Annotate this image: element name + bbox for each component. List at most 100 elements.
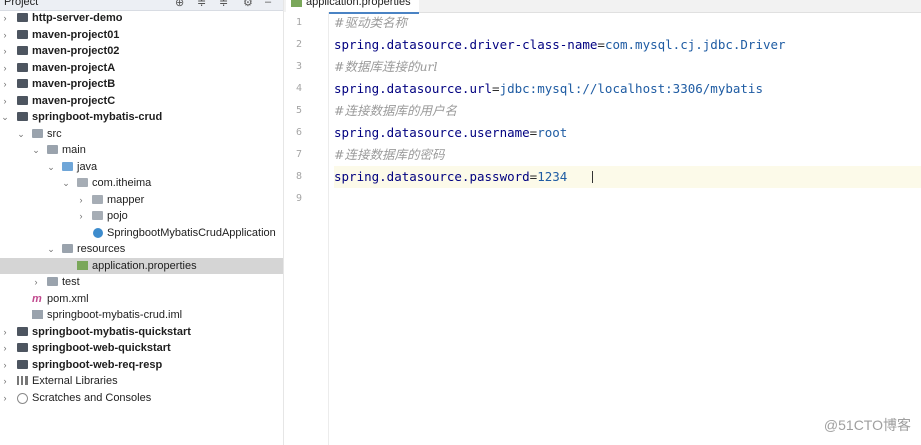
tree-item-maven-projectA[interactable]: › maven-projectA: [0, 60, 283, 76]
tree-item-springboot-mybatis-crud[interactable]: ⌄ springboot-mybatis-crud: [0, 109, 283, 125]
package-icon: [92, 194, 103, 204]
code-line[interactable]: #连接数据库的用户名: [334, 100, 921, 122]
tree-item-springboot-web-req-resp[interactable]: › springboot-web-req-resp: [0, 357, 283, 373]
tab-label: application.properties: [306, 0, 411, 8]
comment-text: #数据库连接的url: [334, 59, 438, 74]
property-value: jdbc:mysql://localhost:3306/mybatis: [499, 81, 763, 96]
folder-icon: [32, 128, 43, 138]
chevron-right-icon[interactable]: ›: [0, 76, 10, 92]
module-folder-icon: [17, 13, 28, 22]
module-folder-icon: [17, 343, 28, 352]
locate-icon[interactable]: ⊕: [175, 0, 184, 9]
project-panel: Project ⊕ ≑ ≑ ⚙ – › http-server-demo › m…: [0, 0, 284, 445]
chevron-down-icon[interactable]: ⌄: [0, 109, 10, 125]
java-class-icon: [93, 227, 103, 238]
module-folder-icon: [17, 62, 28, 72]
chevron-right-icon[interactable]: ›: [0, 10, 10, 26]
module-folder-icon: [17, 29, 28, 39]
chevron-right-icon[interactable]: ›: [0, 373, 10, 389]
scratches-icon: [17, 392, 28, 404]
hide-icon[interactable]: –: [265, 0, 271, 8]
gear-icon[interactable]: ⚙: [243, 0, 253, 9]
chevron-down-icon[interactable]: ⌄: [31, 142, 41, 158]
code-line[interactable]: #连接数据库的密码: [334, 144, 921, 166]
tree-item-maven-project02[interactable]: › maven-project02: [0, 43, 283, 59]
chevron-right-icon[interactable]: ›: [0, 357, 10, 373]
editor-area: application.properties 1 2 3 4 5 6 7 8 9…: [284, 0, 921, 445]
line-number: 3: [295, 61, 302, 72]
folder-icon: [47, 145, 58, 154]
module-folder-icon: [17, 326, 28, 336]
tree-item-maven-project01[interactable]: › maven-project01: [0, 27, 283, 43]
line-number: 7: [295, 149, 302, 160]
source-folder-icon: [62, 161, 73, 171]
tree-item-application-properties[interactable]: application.properties: [0, 257, 283, 274]
line-number: 6: [295, 127, 302, 138]
line-number: 4: [295, 83, 302, 94]
chevron-down-icon[interactable]: ⌄: [46, 241, 56, 257]
property-key: spring.datasource.driver-class-name: [334, 37, 598, 52]
line-number: 5: [295, 105, 302, 116]
project-panel-title[interactable]: Project: [4, 0, 38, 8]
code-line-current[interactable]: spring.datasource.password=1234: [334, 166, 921, 188]
chevron-right-icon[interactable]: ›: [0, 324, 10, 340]
comment-text: #连接数据库的密码: [334, 147, 445, 162]
property-value: com.mysql.cj.jdbc.Driver: [604, 37, 786, 52]
chevron-down-icon[interactable]: ⌄: [61, 175, 71, 191]
chevron-right-icon[interactable]: ›: [76, 192, 86, 208]
tree-item-http-server-demo[interactable]: › http-server-demo: [0, 10, 283, 26]
maven-icon: m: [32, 292, 42, 305]
expand-icon[interactable]: ≑: [219, 0, 228, 9]
property-value: root: [537, 125, 568, 140]
line-number: 2: [295, 39, 302, 50]
tree-item-springboot-mybatis-quickstart[interactable]: › springboot-mybatis-quickstart: [0, 324, 283, 340]
code-line[interactable]: spring.datasource.username=root: [334, 122, 921, 144]
tree-item-resources[interactable]: ⌄ resources: [0, 241, 283, 257]
properties-file-icon: [291, 0, 302, 7]
tree-item-com-itheima[interactable]: ⌄ com.itheima: [0, 175, 283, 191]
code-line[interactable]: [334, 188, 921, 210]
watermark: @51CTO博客: [823, 417, 911, 433]
code-line[interactable]: spring.datasource.url=jdbc:mysql://local…: [334, 78, 921, 100]
tree-item-springboot-web-quickstart[interactable]: › springboot-web-quickstart: [0, 340, 283, 356]
chevron-down-icon[interactable]: ⌄: [46, 159, 56, 175]
chevron-right-icon[interactable]: ›: [31, 274, 41, 290]
chevron-right-icon[interactable]: ›: [0, 93, 10, 109]
comment-text: #连接数据库的用户名: [334, 103, 457, 118]
tree-item-maven-projectC[interactable]: › maven-projectC: [0, 93, 283, 109]
chevron-right-icon[interactable]: ›: [0, 27, 10, 43]
tree-item-scratches-and-consoles[interactable]: › Scratches and Consoles: [0, 390, 283, 406]
chevron-right-icon[interactable]: ›: [76, 208, 86, 224]
chevron-down-icon[interactable]: ⌄: [16, 126, 26, 142]
line-number: 1: [295, 17, 302, 28]
property-key: spring.datasource.url: [334, 81, 493, 96]
property-key: spring.datasource.username: [334, 125, 530, 140]
code-line[interactable]: #驱动类名称: [334, 12, 921, 34]
tree-item-iml-file[interactable]: springboot-mybatis-crud.iml: [0, 307, 283, 323]
tree-item-pom-xml[interactable]: m pom.xml: [0, 291, 283, 307]
comment-text: #驱动类名称: [334, 15, 407, 30]
tree-item-main[interactable]: ⌄ main: [0, 142, 283, 158]
code-line[interactable]: #数据库连接的url: [334, 56, 921, 78]
chevron-right-icon[interactable]: ›: [0, 340, 10, 356]
tree-item-src[interactable]: ⌄ src: [0, 126, 283, 142]
resources-folder-icon: [62, 244, 73, 253]
line-number: 9: [295, 193, 302, 204]
chevron-right-icon[interactable]: ›: [0, 390, 10, 406]
tree-item-springboot-application-class[interactable]: SpringbootMybatisCrudApplication: [0, 225, 283, 241]
tree-item-java[interactable]: ⌄ java: [0, 159, 283, 175]
libraries-icon: [17, 376, 28, 385]
chevron-right-icon[interactable]: ›: [0, 43, 10, 59]
code-line[interactable]: spring.datasource.driver-class-name=com.…: [334, 34, 921, 56]
line-number-gutter: 1 2 3 4 5 6 7 8 9: [284, 12, 329, 445]
tree-item-maven-projectB[interactable]: › maven-projectB: [0, 76, 283, 92]
collapse-all-icon[interactable]: ≑: [197, 0, 206, 9]
tree-item-test[interactable]: › test: [0, 274, 283, 290]
tree-item-mapper[interactable]: › mapper: [0, 192, 283, 208]
line-number: 8: [295, 171, 302, 182]
tree-item-pojo[interactable]: › pojo: [0, 208, 283, 224]
tree-item-external-libraries[interactable]: › External Libraries: [0, 373, 283, 389]
properties-file-icon: [77, 260, 88, 270]
module-folder-icon: [17, 95, 28, 105]
chevron-right-icon[interactable]: ›: [0, 60, 10, 76]
